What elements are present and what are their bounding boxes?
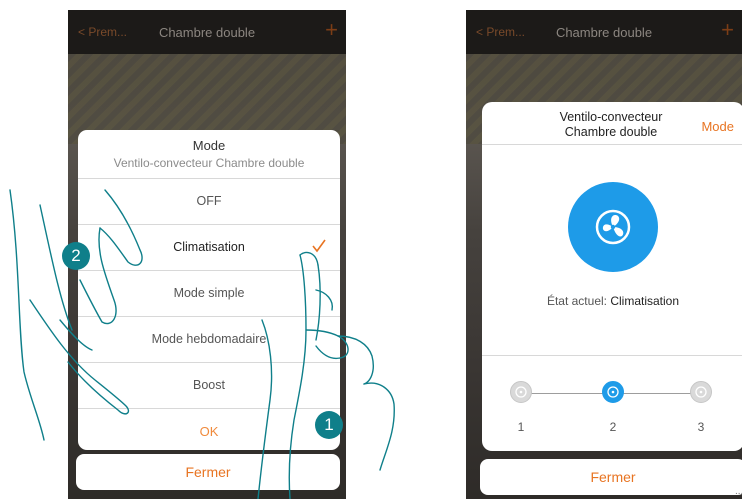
step-2-badge: 2 <box>62 242 90 270</box>
corner-mark: ... <box>735 486 742 497</box>
step-1-badge: 1 <box>315 411 343 439</box>
hand-illustration-icon <box>9 189 395 499</box>
